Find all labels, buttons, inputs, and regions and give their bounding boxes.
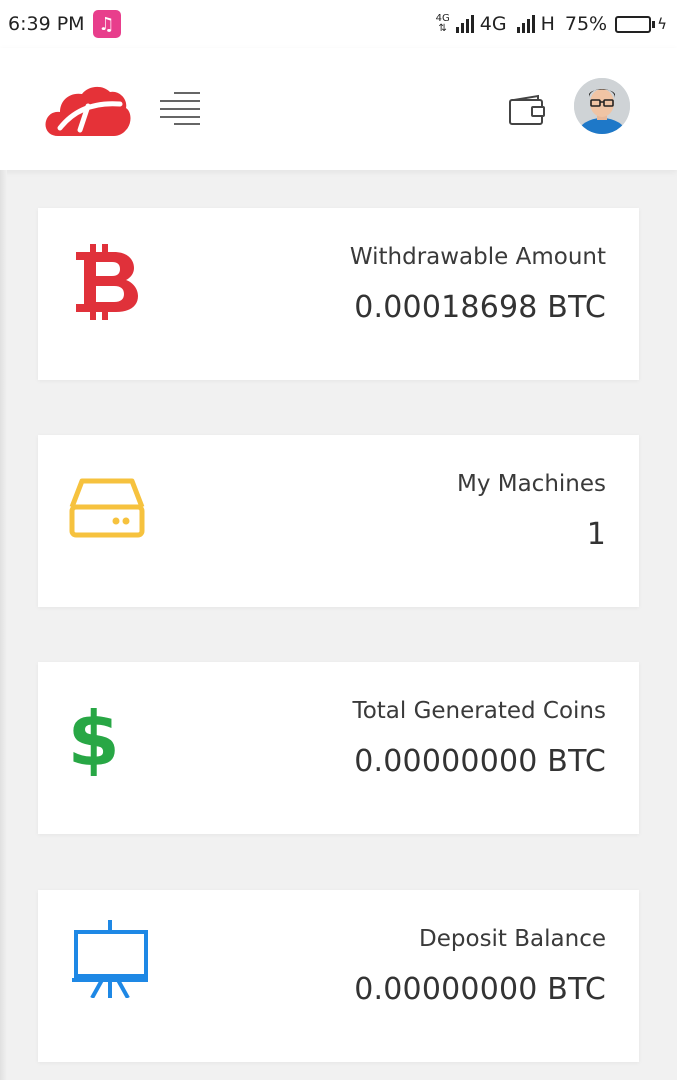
status-right: 4G ⇅ 4G H 75% ϟ (436, 13, 667, 35)
bitcoin-icon (76, 244, 138, 320)
status-left: 6:39 PM ♫ (8, 10, 121, 38)
network-4g-label: 4G (479, 13, 507, 35)
card-label: Withdrawable Amount (349, 244, 606, 270)
card-label: Total Generated Coins (352, 698, 606, 724)
card-withdrawable-amount[interactable]: Withdrawable Amount 0.00018698 BTC (38, 208, 639, 380)
card-value: 0.00018698 BTC (354, 290, 606, 325)
battery-icon: ϟ (615, 15, 667, 33)
wallet-icon[interactable] (508, 94, 546, 126)
app-header (0, 48, 677, 170)
card-value: 0.00000000 BTC (354, 972, 606, 1007)
network-h-label: H (540, 13, 555, 35)
card-value: 1 (586, 517, 606, 552)
sidebar-edge-shadow (0, 170, 7, 1080)
signal-strength-icon (455, 15, 474, 33)
presentation-board-icon (72, 920, 148, 998)
svg-text:$: $ (68, 695, 120, 782)
status-time: 6:39 PM (8, 13, 85, 35)
music-app-icon: ♫ (92, 10, 121, 38)
card-label: My Machines (456, 471, 606, 497)
charging-icon: ϟ (657, 15, 667, 33)
network-4g-small-icon: 4G ⇅ (435, 13, 450, 34)
card-deposit-balance[interactable]: Deposit Balance 0.00000000 BTC (38, 890, 639, 1062)
card-total-generated-coins[interactable]: $ Total Generated Coins 0.00000000 BTC (38, 662, 639, 834)
avatar-image (574, 78, 630, 134)
card-label: Deposit Balance (419, 926, 606, 952)
user-avatar[interactable] (574, 78, 630, 134)
card-value: 0.00000000 BTC (354, 744, 606, 779)
dollar-icon: $ (68, 695, 120, 782)
hard-drive-icon (69, 478, 145, 538)
card-my-machines[interactable]: My Machines 1 (38, 435, 639, 607)
signal-strength-icon-2 (516, 15, 535, 33)
cloud-logo-icon[interactable] (44, 84, 132, 138)
status-bar: 6:39 PM ♫ 4G ⇅ 4G H 75% ϟ (0, 0, 677, 48)
hamburger-menu-icon[interactable] (160, 90, 200, 125)
battery-percent: 75% (564, 13, 608, 35)
